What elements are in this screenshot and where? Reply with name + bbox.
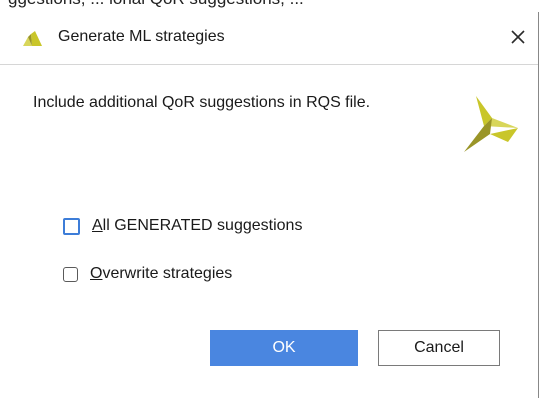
dialog-title: Generate ML strategies [58, 28, 225, 45]
close-icon[interactable] [505, 24, 531, 50]
overwrite-strategies-checkbox-row[interactable]: Overwrite strategies [63, 265, 232, 283]
label-rest: ll GENERATED suggestions [102, 217, 303, 234]
dialog-titlebar: Generate ML strategies [0, 12, 538, 64]
mnemonic-a: A [92, 217, 103, 234]
titlebar-divider [0, 64, 538, 65]
ok-button[interactable]: OK [210, 330, 358, 366]
all-generated-suggestions-label[interactable]: All GENERATED suggestions [92, 217, 302, 235]
xilinx-logo-icon [23, 31, 42, 46]
overwrite-strategies-checkbox[interactable] [63, 266, 78, 282]
label-rest: verwrite strategies [102, 265, 233, 282]
background-window-strip: ggestions, ... ional QoR suggestions, ..… [0, 0, 539, 12]
mnemonic-o: O [90, 265, 103, 282]
generate-ml-strategies-dialog: Generate ML strategies Include additiona… [0, 12, 539, 398]
all-generated-suggestions-checkbox-row[interactable]: All GENERATED suggestions [63, 217, 302, 235]
cancel-button[interactable]: Cancel [378, 330, 500, 366]
overwrite-strategies-label[interactable]: Overwrite strategies [90, 265, 232, 283]
background-window-text: ggestions, ... ional QoR suggestions, ..… [8, 0, 304, 9]
dialog-message: Include additional QoR suggestions in RQ… [33, 94, 371, 111]
all-generated-suggestions-checkbox[interactable] [63, 217, 80, 235]
xilinx-logo [464, 96, 518, 152]
